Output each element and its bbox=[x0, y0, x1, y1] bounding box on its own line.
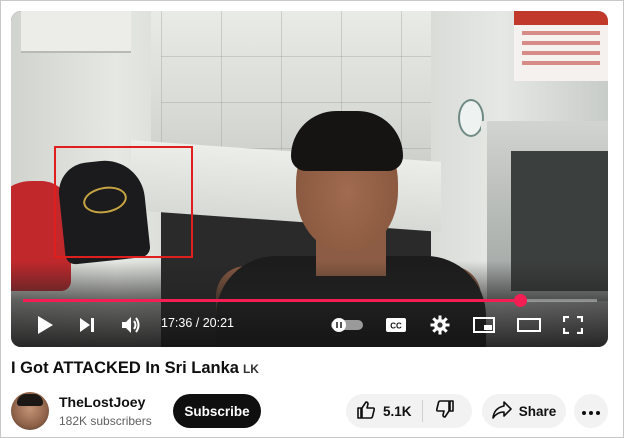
fullscreen-icon bbox=[563, 316, 583, 334]
video-title: I Got ATTACKED In Sri Lanka LK bbox=[11, 359, 259, 378]
video-title-text: I Got ATTACKED In Sri Lanka bbox=[11, 359, 239, 377]
time-display: 17:36 / 20:21 bbox=[161, 316, 234, 330]
miniplayer-button[interactable] bbox=[471, 313, 497, 337]
progress-fill bbox=[23, 299, 520, 302]
more-actions-button[interactable] bbox=[574, 394, 608, 428]
fullscreen-button[interactable] bbox=[561, 313, 585, 337]
more-horizontal-icon bbox=[582, 402, 600, 420]
video-player[interactable]: 17:36 / 20:21 CC bbox=[11, 11, 608, 347]
highlight-box bbox=[54, 146, 193, 258]
volume-icon bbox=[120, 315, 142, 335]
miniplayer-icon bbox=[473, 317, 495, 333]
settings-button[interactable] bbox=[427, 313, 453, 337]
country-flag: LK bbox=[242, 362, 259, 376]
like-button[interactable]: 5.1K bbox=[346, 394, 422, 428]
progress-bar[interactable] bbox=[23, 294, 597, 307]
scene-calendar bbox=[514, 11, 608, 81]
dislike-button[interactable] bbox=[423, 394, 467, 428]
autoplay-toggle-icon bbox=[330, 317, 364, 333]
subscribe-button[interactable]: Subscribe bbox=[173, 394, 261, 428]
share-button[interactable]: Share bbox=[482, 394, 566, 428]
volume-button[interactable] bbox=[118, 313, 144, 337]
captions-button[interactable]: CC bbox=[383, 313, 409, 337]
time-total: 20:21 bbox=[202, 316, 234, 330]
settings-gear-icon bbox=[430, 315, 450, 335]
captions-label: CC bbox=[390, 322, 402, 331]
page-frame: 17:36 / 20:21 CC I Got ATTACKED In Sri L… bbox=[0, 0, 624, 438]
play-icon bbox=[36, 315, 54, 335]
like-dislike-group: 5.1K bbox=[346, 394, 472, 428]
time-current: 17:36 bbox=[161, 316, 193, 330]
thumbs-down-icon bbox=[435, 399, 455, 424]
share-label: Share bbox=[518, 403, 557, 419]
next-button[interactable] bbox=[75, 313, 99, 337]
autoplay-toggle[interactable] bbox=[329, 313, 365, 337]
subscriber-count: 182K subscribers bbox=[59, 414, 152, 428]
time-separator: / bbox=[192, 316, 203, 330]
next-icon bbox=[78, 316, 96, 334]
theater-mode-icon bbox=[517, 318, 541, 332]
captions-icon: CC bbox=[385, 317, 407, 333]
progress-scrubber[interactable] bbox=[513, 294, 527, 307]
play-button[interactable] bbox=[33, 313, 57, 337]
share-icon bbox=[491, 400, 512, 422]
scene-ac-unit bbox=[21, 11, 131, 53]
channel-avatar[interactable] bbox=[11, 392, 49, 430]
avatar-hair bbox=[17, 394, 43, 406]
like-count: 5.1K bbox=[383, 403, 412, 419]
theater-mode-button[interactable] bbox=[515, 313, 543, 337]
channel-name[interactable]: TheLostJoey bbox=[59, 394, 145, 410]
thumbs-up-icon bbox=[356, 400, 376, 423]
